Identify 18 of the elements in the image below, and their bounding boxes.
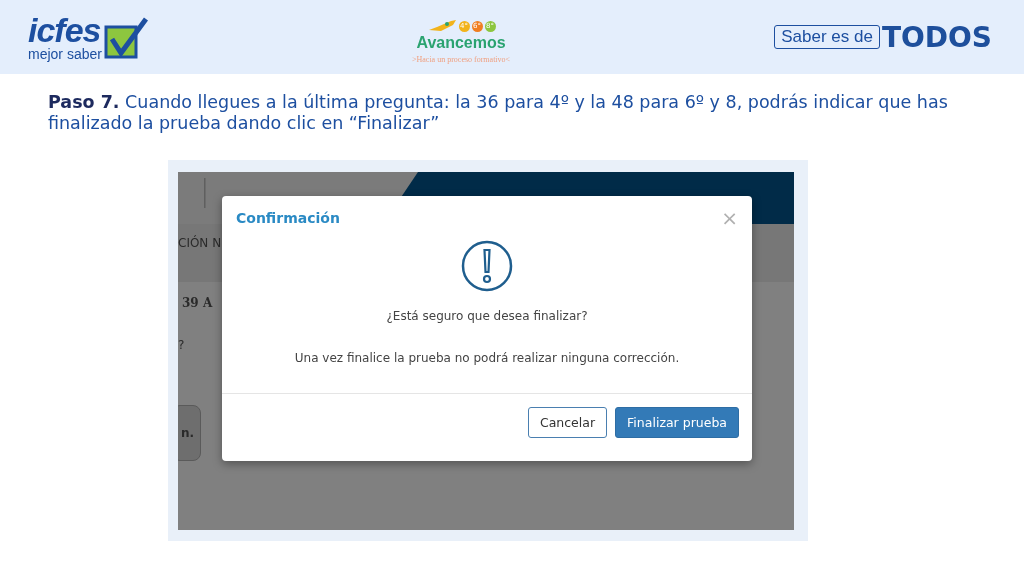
background-text: 39 A xyxy=(182,296,213,310)
logo-tagline: mejor saber xyxy=(28,47,102,61)
logo-name: icfes xyxy=(28,13,101,47)
logo-name: Avancemos xyxy=(416,34,506,52)
background-text: CIÓN N xyxy=(178,236,222,250)
dialog-title: Confirmación xyxy=(236,210,340,226)
logo-tagline: >Hacia un proceso formativo< xyxy=(412,55,511,64)
cancel-button[interactable]: Cancelar xyxy=(527,407,608,438)
logo-text: Saber es de xyxy=(774,25,880,49)
background-text: n. xyxy=(178,405,202,461)
checkmark-icon xyxy=(103,17,148,59)
exclamation-icon xyxy=(461,240,513,292)
finish-button[interactable]: Finalizar prueba xyxy=(615,407,739,438)
background-text: ? xyxy=(178,338,185,352)
dialog-message: Una vez finalice la prueba no podrá realizar ninguna corrección. xyxy=(294,351,680,365)
dialog-question: ¿Está seguro que desea finalizar? xyxy=(386,309,588,323)
instruction-text: Paso 7. Cuando llegues a la última pregunta: la 36 para 4º y la 48 para 6º y 8, podrás indicar que has finalizado la prueba dando clic en “Finalizar” xyxy=(48,92,949,134)
logo-name: TODOS xyxy=(881,20,992,54)
